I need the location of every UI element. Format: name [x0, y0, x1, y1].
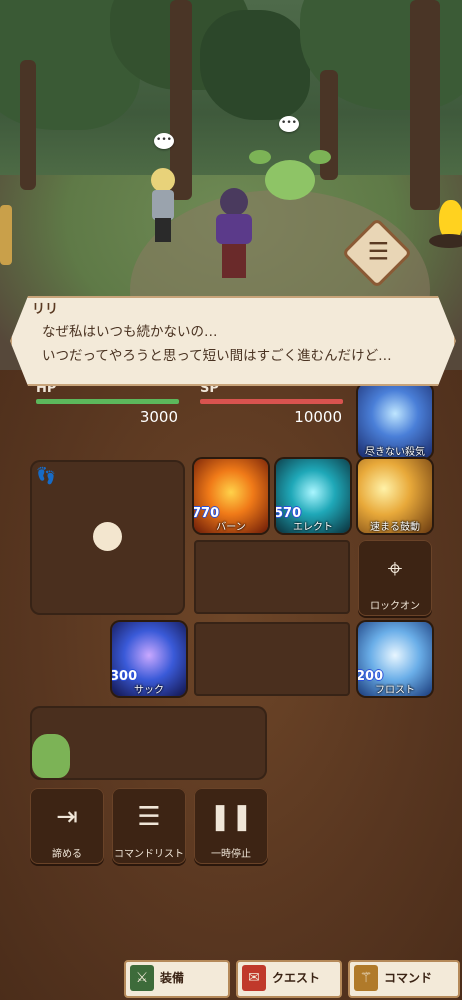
dialogue-line-2: いつだってやろうと思って短い間はすごく進むんだけど… [42, 348, 392, 364]
pause-icon: ❚❚ [209, 802, 253, 832]
command-list-button[interactable]: ☰ コマンドリスト [112, 788, 186, 864]
tree-trunk [410, 0, 440, 210]
exit-icon: ⇥ [56, 802, 78, 832]
tab-command[interactable]: ⚚ コマンド [348, 960, 460, 998]
tab-equipment[interactable]: ⚔ 装備 [124, 960, 230, 998]
equipment-icon: ⚔ [130, 965, 154, 991]
skill-label: 速まる鼓動 [370, 522, 420, 533]
speech-bubble-icon: ••• [279, 116, 299, 132]
skill-label: 尽きない殺気 [365, 447, 425, 458]
dragon-companion-avatar[interactable] [32, 734, 70, 778]
wand-icon: ⚚ [354, 965, 378, 991]
tree-trunk [20, 60, 36, 190]
speaker-name: リリ [32, 302, 59, 317]
pause-label: 一時停止 [211, 849, 251, 860]
skill-label: サック [134, 685, 164, 696]
command-list-label: コマンドリスト [114, 849, 184, 860]
scroll-icon: ✉ [242, 965, 266, 991]
skill-frost[interactable]: 200 フロスト [358, 622, 432, 696]
sp-value: 10000 [294, 408, 342, 426]
skill-label: バーン [216, 522, 246, 533]
empty-skill-slot[interactable] [194, 540, 350, 614]
tab-label: コマンド [384, 971, 433, 985]
dialogue-box[interactable] [10, 296, 456, 386]
player-character[interactable] [212, 188, 256, 280]
skill-suck[interactable]: 300 サック [112, 622, 186, 696]
give-up-label: 諦める [52, 849, 82, 860]
speech-bubble-icon: ••• [154, 133, 174, 149]
hp-value: 3000 [139, 408, 178, 426]
hp-bar [36, 399, 179, 404]
movement-pad[interactable]: 👣 [30, 460, 185, 615]
hamburger-icon: ☰ [367, 237, 390, 266]
lock-on-label: ロックオン [370, 601, 420, 612]
tab-label: クエスト [272, 971, 321, 985]
skill-label: フロスト [375, 685, 415, 696]
skill-label: エレクト [293, 522, 333, 533]
companion-bar [30, 706, 267, 780]
knight-character[interactable] [148, 168, 178, 246]
pause-button[interactable]: ❚❚ 一時停止 [194, 788, 268, 864]
party-member-character[interactable] [0, 205, 12, 265]
crosshair-icon: ⌖ [387, 554, 403, 584]
tab-label: 装備 [160, 971, 185, 985]
tree [200, 10, 310, 120]
campfire [425, 190, 462, 250]
green-dragon-character[interactable] [249, 150, 331, 210]
joystick-knob[interactable] [93, 522, 122, 551]
dialogue-line-1: なぜ私はいつも続かないの… [42, 324, 218, 340]
sp-bar [200, 399, 343, 404]
skill-elect[interactable]: 570 エレクト [276, 459, 350, 533]
tab-quest[interactable]: ✉ クエスト [236, 960, 342, 998]
empty-skill-slot[interactable] [194, 622, 350, 696]
lock-on-button[interactable]: ⌖ ロックオン [358, 540, 432, 616]
list-icon: ☰ [137, 802, 161, 832]
give-up-button[interactable]: ⇥ 諦める [30, 788, 104, 864]
footsteps-icon: 👣 [36, 466, 56, 485]
skill-burn[interactable]: 770 バーン [194, 459, 268, 533]
skill-quickening-pulse[interactable]: 速まる鼓動 [358, 459, 432, 533]
skill-endless-killing-intent[interactable]: 尽きない殺気 [358, 384, 432, 458]
